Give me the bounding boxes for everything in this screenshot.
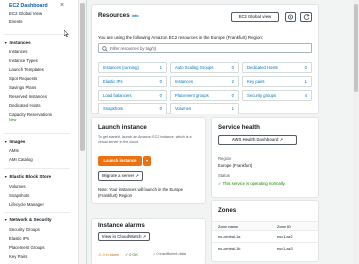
insufficient-count: ○ 0 insufficient data: [153, 252, 186, 256]
search-icon: [102, 45, 108, 52]
status-label: Status: [218, 173, 230, 178]
resource-load-balancers[interactable]: Load balancers 0: [98, 90, 167, 101]
sidebar: EC2 Dashboard × EC2 Global View Events ▼…: [0, 0, 87, 264]
refresh-icon: [303, 13, 310, 20]
sidebar-item-security-groups[interactable]: Security Groups: [9, 227, 40, 232]
main-scrollbar[interactable]: [353, 0, 359, 264]
resource-volumes[interactable]: Volumes 1: [170, 103, 239, 114]
sidebar-item-events[interactable]: Events: [9, 19, 22, 24]
external-link-icon: ↗: [279, 137, 284, 142]
launch-instance-button[interactable]: Launch instance: [98, 156, 142, 166]
search-placeholder: Filter resources by tag(s): [110, 46, 157, 51]
chevron-down-icon: ▼: [4, 175, 8, 179]
chevron-down-icon: ▼: [4, 41, 8, 45]
sidebar-item-key-pairs[interactable]: Key Pairs: [9, 254, 27, 259]
launch-instance-title: Launch instance: [98, 124, 147, 131]
sidebar-section-ebs[interactable]: ▼ Elastic Block Store: [4, 174, 51, 179]
sidebar-item-dedicated-hosts[interactable]: Dedicated Hosts: [9, 103, 41, 108]
gear-icon: [287, 14, 294, 20]
sidebar-item-launch-templates[interactable]: Launch Templates: [9, 67, 44, 72]
resource-dedicated-hosts[interactable]: Dedicated Hosts 0: [242, 62, 312, 73]
resource-instances[interactable]: Instances 2: [170, 76, 239, 87]
sidebar-title[interactable]: EC2 Dashboard: [9, 3, 48, 9]
region-label: Region: [218, 156, 232, 161]
sidebar-item-instances[interactable]: Instances: [9, 49, 27, 54]
resource-elastic-ips[interactable]: Elastic IPs 0: [98, 76, 167, 87]
zones-title: Zones: [218, 207, 237, 214]
chevron-down-icon: ▼: [4, 218, 8, 222]
warning-icon: ⚠: [98, 253, 102, 257]
ec2-global-view-button[interactable]: EC2 Global view: [231, 12, 279, 22]
sidebar-item-reserved-instances[interactable]: Reserved Instances: [9, 94, 47, 99]
resource-key-pairs[interactable]: Key pairs 1: [242, 76, 312, 87]
check-circle-icon: ✓: [125, 253, 129, 257]
migrate-server-button[interactable]: Migrate a server ↗: [98, 171, 143, 181]
sidebar-item-capacity-reservations[interactable]: Capacity Reservations: [9, 112, 52, 117]
info-circle-icon: ○: [153, 252, 156, 256]
launch-dropdown-button[interactable]: ▼: [143, 156, 151, 166]
table-row: eu-central-1b euc1-az3: [218, 247, 293, 251]
service-health-title: Service health: [218, 124, 260, 131]
region-description: You are using the following Amazon EC2 r…: [98, 35, 264, 40]
resource-auto-scaling-groups[interactable]: Auto Scaling Groups 0: [170, 62, 239, 73]
divider: [4, 212, 70, 213]
zones-card: Zones Zone name Zone ID eu-central-1a eu…: [212, 201, 318, 261]
col-zone-id: Zone ID: [277, 224, 291, 229]
search-input[interactable]: Filter resources by tag(s): [98, 43, 312, 53]
sidebar-item-instance-types[interactable]: Instance Types: [9, 58, 38, 63]
caret-down-icon: ▼: [145, 159, 149, 163]
service-health-card: Service health AWS Health Dashboard ↗ Re…: [212, 118, 318, 197]
view-in-cloudwatch-button[interactable]: View in CloudWatch ↗: [98, 232, 150, 241]
divider: [4, 133, 70, 134]
sidebar-item-volumes[interactable]: Volumes: [9, 184, 25, 189]
instance-alarms-card: Instance alarms View in CloudWatch ↗ ⚠ 0…: [92, 219, 205, 264]
chevron-down-icon: ▼: [4, 140, 8, 144]
check-circle-icon: ✓: [218, 181, 222, 186]
resource-instances-running[interactable]: Instances (running) 1: [98, 62, 167, 73]
sidebar-section-network[interactable]: ▼ Network & Security: [4, 217, 52, 222]
sidebar-item-savings-plans[interactable]: Savings Plans: [9, 85, 36, 90]
info-link[interactable]: Info: [132, 14, 139, 18]
region-value: Europe (Frankfurt): [218, 163, 253, 168]
sidebar-item-elastic-ips[interactable]: Elastic IPs: [9, 236, 29, 241]
sidebar-item-snapshots[interactable]: Snapshots: [9, 193, 29, 198]
alarm-count: ⚠ 0 in alarm: [98, 253, 120, 257]
resources-card: Resources Info EC2 Global view You are us…: [92, 5, 318, 114]
resource-placement-groups[interactable]: Placement groups 0: [170, 90, 239, 101]
external-link-icon: ↗: [135, 173, 139, 178]
sidebar-item-placement-groups[interactable]: Placement Groups: [9, 245, 45, 250]
aws-health-dashboard-button[interactable]: AWS Health Dashboard ↗: [218, 135, 297, 145]
sidebar-item-ec2-global-view[interactable]: EC2 Global View: [9, 11, 42, 16]
divider: [4, 34, 70, 35]
sidebar-scrollbar[interactable]: [78, 0, 86, 264]
sidebar-section-images[interactable]: ▼ Images: [4, 139, 25, 144]
main-content: Resources Info EC2 Global view You are us…: [88, 0, 359, 264]
divider: [4, 168, 70, 169]
scrollbar-thumb[interactable]: [354, 4, 358, 92]
table-row: eu-central-1a euc1-az2: [212, 232, 318, 243]
external-link-icon: ↗: [142, 234, 147, 239]
scrollbar-thumb[interactable]: [80, 3, 85, 151]
resource-snapshots[interactable]: Snapshots 0: [98, 103, 167, 114]
status-value: ✓ This service is operating normally.: [218, 181, 286, 186]
sidebar-section-instances[interactable]: ▼ Instances: [4, 40, 31, 45]
sidebar-item-ami-catalog[interactable]: AMI Catalog: [9, 157, 33, 162]
instance-alarms-title: Instance alarms: [98, 222, 145, 229]
zones-table-header: Zone name Zone ID: [212, 221, 318, 231]
ok-count: ✓ 0 OK: [125, 253, 138, 257]
resource-security-groups[interactable]: Security groups 4: [242, 90, 312, 101]
close-icon[interactable]: ×: [60, 2, 64, 9]
resources-title: Resources Info: [98, 12, 139, 19]
settings-button[interactable]: [285, 12, 296, 22]
launch-description: To get started, launch an Amazon EC2 ins…: [98, 135, 192, 144]
refresh-button[interactable]: [300, 12, 312, 22]
sidebar-item-lifecycle-manager[interactable]: Lifecycle Manager: [9, 202, 44, 207]
sidebar-item-spot-requests[interactable]: Spot Requests: [9, 76, 37, 81]
new-badge: New: [9, 118, 17, 122]
mouse-cursor-icon: [64, 30, 69, 37]
launch-note: Note: Your instances will launch in the …: [98, 187, 183, 198]
sidebar-item-amis[interactable]: AMIs: [9, 148, 19, 153]
col-zone-name: Zone name: [218, 224, 239, 229]
launch-instance-card: Launch instance To get started, launch a…: [92, 118, 205, 203]
